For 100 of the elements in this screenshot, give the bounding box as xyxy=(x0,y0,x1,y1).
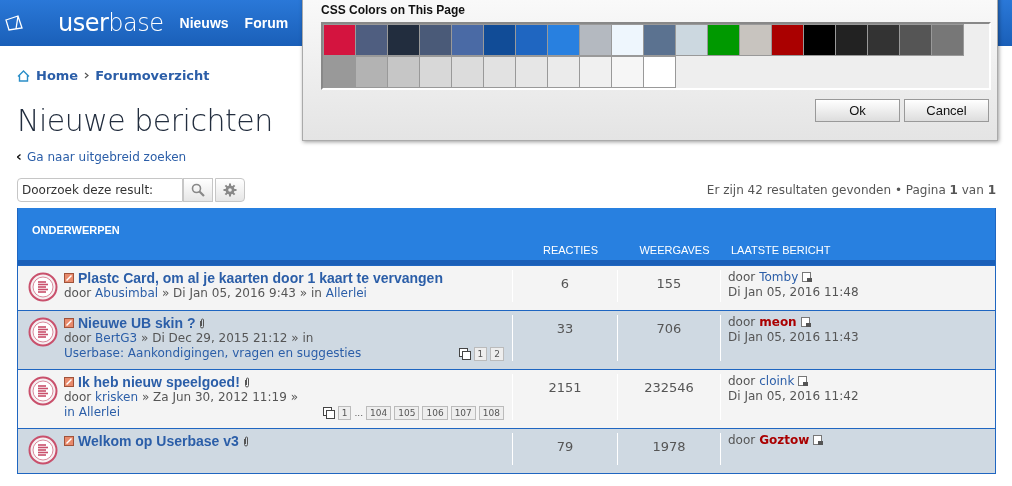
color-swatch[interactable] xyxy=(355,24,388,56)
color-swatch[interactable] xyxy=(739,24,772,56)
breadcrumb-link[interactable]: Forumoverzicht xyxy=(95,68,210,83)
topic-icon xyxy=(28,435,58,465)
view-count: 232546 xyxy=(618,374,721,420)
search-button[interactable] xyxy=(183,178,213,202)
link-text[interactable]: Ga naar uitgebreid zoeken xyxy=(27,150,187,164)
topic-meta: door Abusimbal » Di Jan 05, 2016 9:43 » in Allerlei xyxy=(64,286,367,301)
view-post-icon[interactable] xyxy=(813,435,825,446)
color-swatch[interactable] xyxy=(547,56,580,88)
page-link[interactable]: 1 xyxy=(337,406,352,420)
page-link[interactable]: 1 xyxy=(473,347,488,361)
page-link[interactable]: 107 xyxy=(450,406,476,420)
topic-title[interactable]: Ik heb nieuw speelgoed! xyxy=(78,374,240,390)
view-count: 1978 xyxy=(618,433,721,465)
color-swatch[interactable] xyxy=(483,24,516,56)
view-post-icon[interactable] xyxy=(800,317,812,328)
author-link[interactable]: BertG3 xyxy=(95,331,138,345)
post-icon xyxy=(64,436,74,446)
last-post-date: Di Jan 05, 2016 11:48 xyxy=(728,285,860,300)
column-header: ONDERWERPEN xyxy=(31,223,121,236)
logo-icon xyxy=(4,14,24,32)
home-icon[interactable] xyxy=(17,69,30,82)
category-link[interactable]: Allerlei xyxy=(325,286,367,300)
dialog-button[interactable]: Cancel xyxy=(904,99,989,122)
color-swatch[interactable] xyxy=(899,24,932,56)
page-link[interactable]: 2 xyxy=(490,347,504,361)
color-swatch[interactable] xyxy=(643,56,676,88)
page-link[interactable]: 104 xyxy=(366,406,392,420)
breadcrumb-link[interactable]: Home xyxy=(36,68,79,83)
last-post-author[interactable]: Tomby xyxy=(759,270,799,285)
color-swatch[interactable] xyxy=(419,56,452,88)
color-swatch[interactable] xyxy=(515,56,548,88)
search-icon xyxy=(191,183,205,197)
last-post-by: door xyxy=(728,433,756,448)
topic-icon xyxy=(28,317,58,347)
last-post-author[interactable]: cloink xyxy=(759,374,795,389)
column-header: REACTIES xyxy=(542,244,599,256)
color-swatch[interactable] xyxy=(835,24,868,56)
color-swatch[interactable] xyxy=(451,56,484,88)
reply-count: 33 xyxy=(513,315,618,361)
settings-icon xyxy=(223,183,237,197)
page-title: Nieuwe berichten xyxy=(17,103,273,138)
view-count: 155 xyxy=(618,270,721,302)
view-count: 706 xyxy=(618,315,721,361)
color-swatch[interactable] xyxy=(323,56,356,88)
color-swatch[interactable] xyxy=(611,24,644,56)
color-swatch[interactable] xyxy=(323,24,356,56)
column-header: LAATSTE BERICHT xyxy=(730,244,832,256)
topic-title[interactable]: Nieuwe UB skin ? xyxy=(78,315,196,331)
dialog-button[interactable]: Ok xyxy=(815,99,900,122)
post-icon xyxy=(64,273,74,283)
color-swatch[interactable] xyxy=(355,56,388,88)
color-swatch[interactable] xyxy=(419,24,452,56)
last-post-author[interactable]: Goztow xyxy=(759,433,810,448)
color-swatch[interactable] xyxy=(643,24,676,56)
author-link[interactable]: krisken xyxy=(95,390,139,404)
color-swatch[interactable] xyxy=(579,24,612,56)
color-swatch[interactable] xyxy=(515,24,548,56)
color-swatch[interactable] xyxy=(611,56,644,88)
category-link[interactable]: Userbase: Aankondigingen, vragen en suggesties xyxy=(64,346,362,360)
color-swatch[interactable] xyxy=(867,24,900,56)
post-icon xyxy=(64,377,74,387)
search-field[interactable]: Doorzoek deze result: xyxy=(17,178,183,202)
color-swatch[interactable] xyxy=(771,24,804,56)
color-swatch[interactable] xyxy=(803,24,836,56)
settings-button[interactable] xyxy=(215,178,245,202)
color-swatch[interactable] xyxy=(387,56,420,88)
dialog-title: CSS Colors on This Page xyxy=(321,3,467,17)
nav-link[interactable]: Nieuws xyxy=(179,15,229,31)
page-link[interactable]: 106 xyxy=(422,406,448,420)
color-swatch[interactable] xyxy=(931,24,964,56)
topic-title[interactable]: Plastc Card, om al je kaarten door 1 kaart te vervangen xyxy=(78,270,443,286)
last-post-author[interactable]: meon xyxy=(759,315,797,330)
view-post-icon[interactable] xyxy=(798,376,810,387)
author-link[interactable]: Abusimbal xyxy=(95,286,159,300)
color-swatch[interactable] xyxy=(547,24,580,56)
column-header: WEERGAVES xyxy=(638,244,711,256)
color-swatch[interactable] xyxy=(451,24,484,56)
advanced-search-link[interactable]: Ga naar uitgebreid zoeken xyxy=(17,150,996,164)
color-swatch[interactable] xyxy=(707,24,740,56)
nav-link[interactable]: Forum xyxy=(244,15,289,31)
topic-meta: door krisken » Za Jun 30, 2012 11:19 » in Allerlei xyxy=(64,390,299,420)
color-swatch[interactable] xyxy=(579,56,612,88)
topic-title[interactable]: Welkom op Userbase v3 xyxy=(78,433,239,449)
pages-icon xyxy=(322,407,335,419)
site-logo[interactable]: userbase xyxy=(58,9,164,37)
topic-icon xyxy=(28,376,58,406)
reply-count: 2151 xyxy=(513,374,618,420)
view-post-icon[interactable] xyxy=(802,272,814,283)
page-link[interactable]: 105 xyxy=(394,406,420,420)
page-link[interactable]: 108 xyxy=(478,406,504,420)
results-summary: Er zijn 42 resultaten gevonden • Pagina 1 van 1 xyxy=(706,183,996,197)
color-swatch[interactable] xyxy=(675,24,708,56)
last-post-date: Di Jan 05, 2016 11:43 xyxy=(728,330,860,345)
pages-icon xyxy=(458,348,471,360)
category-link[interactable]: in Allerlei xyxy=(64,405,120,419)
color-swatch[interactable] xyxy=(483,56,516,88)
color-swatch[interactable] xyxy=(387,24,420,56)
last-post-by: door xyxy=(728,315,756,330)
